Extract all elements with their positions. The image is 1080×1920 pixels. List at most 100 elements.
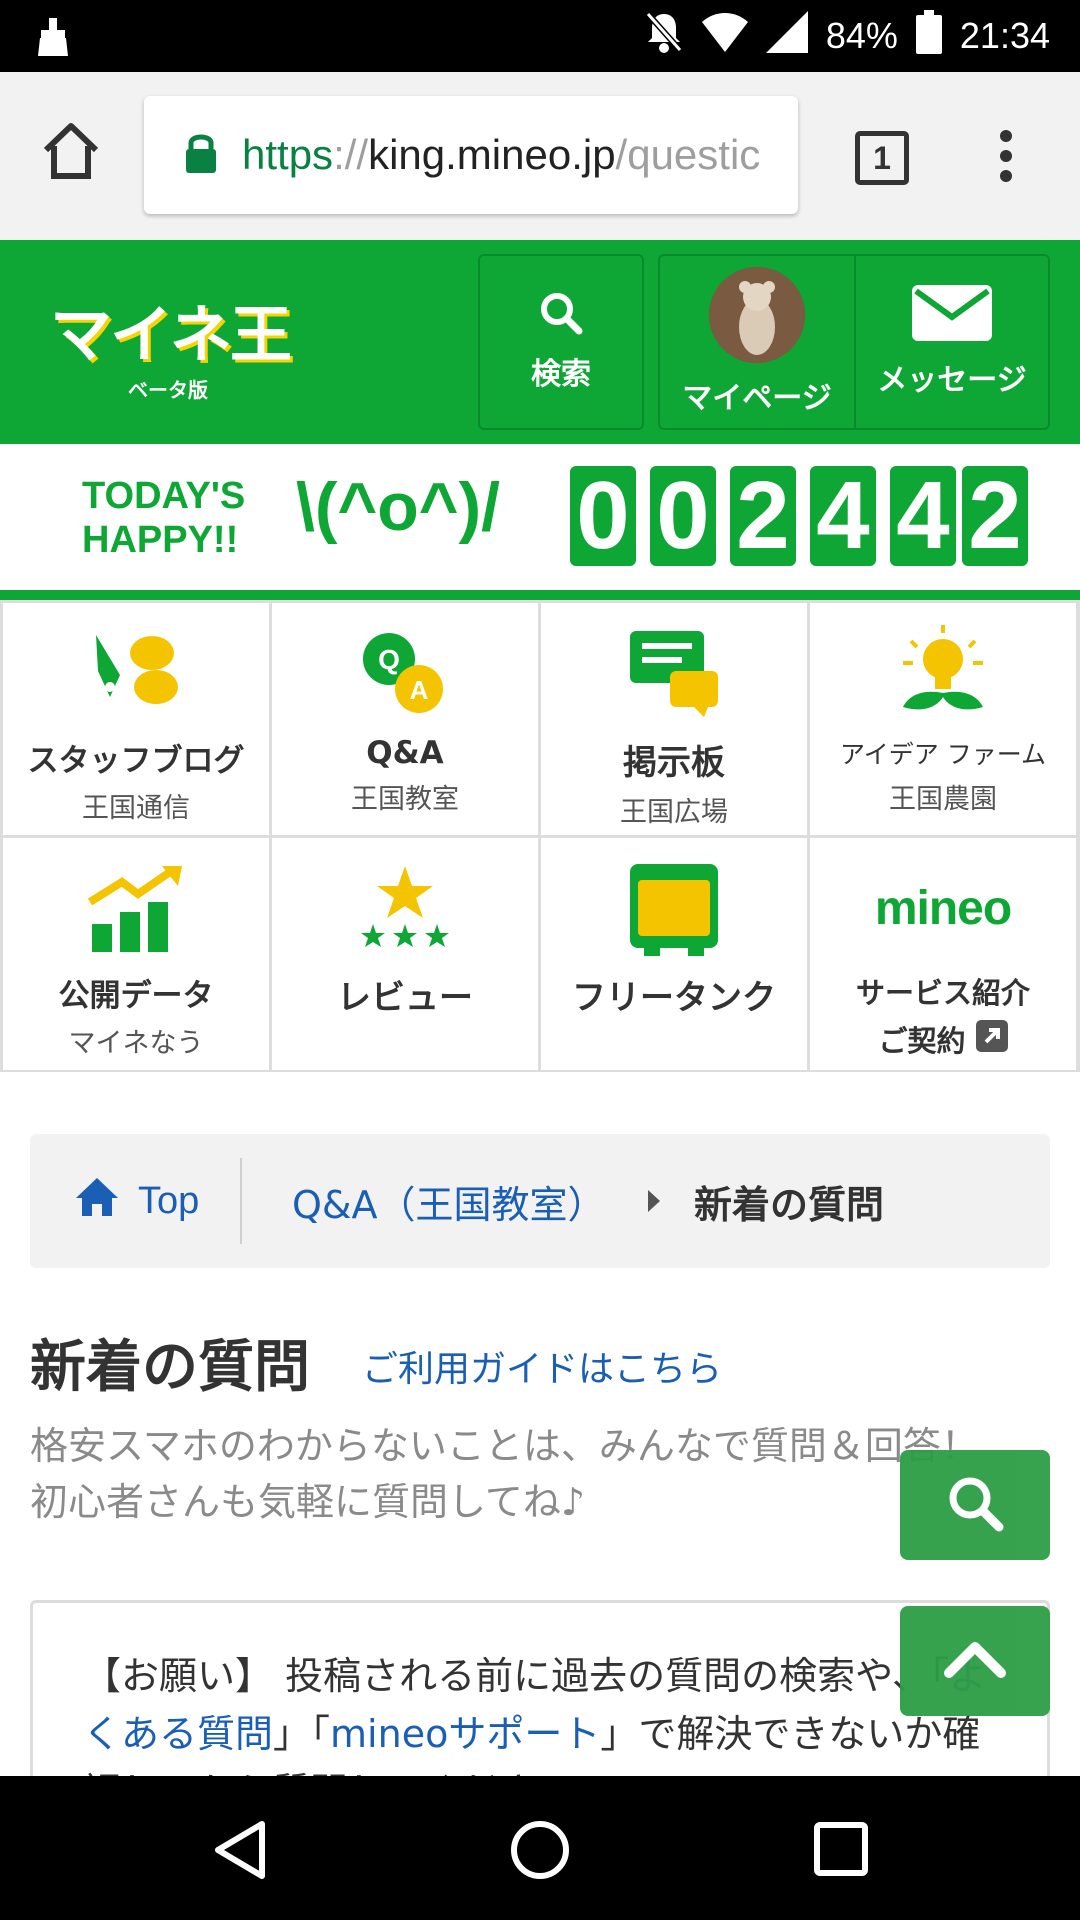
page-intro: 格安スマホのわからないことは、みんなで質問＆回答！ 初心者さんも気軽に質問してね… xyxy=(30,1424,1017,1524)
menu-review[interactable]: レビュー xyxy=(272,838,538,1070)
browser-toolbar: https://king.mineo.jp/questic 1 xyxy=(0,72,1080,240)
counter-digit: 0 xyxy=(650,462,716,569)
qa-bubbles-icon: QA xyxy=(355,617,455,729)
url-path: /questic xyxy=(615,131,761,178)
floating-search-button[interactable] xyxy=(900,1450,1050,1560)
stars-icon xyxy=(355,852,455,964)
more-options-icon[interactable] xyxy=(998,128,1014,188)
menu-subtitle: マイネなう xyxy=(68,1028,204,1059)
notice-part1: 【お願い】 投稿される前に過去の質問の検索や、「 xyxy=(83,1654,949,1698)
menu-title: 掲示板 xyxy=(623,743,725,783)
counter-digit: 0 xyxy=(570,462,636,569)
address-bar[interactable]: https://king.mineo.jp/questic xyxy=(144,96,798,214)
happy-title: TODAY'S HAPPY!! xyxy=(82,474,245,562)
menu-title: 公開データ xyxy=(58,978,214,1014)
pen-chat-icon xyxy=(86,617,186,729)
mypage-label: マイページ xyxy=(682,381,832,416)
logo-subtitle: ベータ版 xyxy=(128,378,208,402)
scroll-to-top-button[interactable] xyxy=(900,1606,1050,1716)
chevron-up-icon xyxy=(943,1639,1007,1683)
menu-board[interactable]: 掲示板 王国広場 xyxy=(541,603,807,835)
menu-grid: スタッフブログ 王国通信 QA Q&A 王国教室 掲示板 王国広場 アイデア フ… xyxy=(0,600,1080,1072)
url-scheme: https xyxy=(242,131,334,178)
search-icon xyxy=(539,291,583,339)
counter-digit: 4 xyxy=(810,462,876,569)
menu-idea-farm[interactable]: アイデア ファーム 王国農園 xyxy=(810,603,1076,835)
clock: 21:34 xyxy=(959,15,1050,56)
cleaner-icon xyxy=(36,18,70,60)
happy-line1: TODAY'S xyxy=(82,475,246,517)
site-header: マイネ王 ベータ版 検索 マイページ メッセージ xyxy=(0,240,1080,444)
counter-digit: 2 xyxy=(962,462,1028,569)
mineo-support-link[interactable]: mineoサポート xyxy=(330,1712,600,1756)
breadcrumb: Top Q&A（王国教室） 新着の質問 xyxy=(30,1134,1050,1268)
menu-service-intro[interactable]: mineo サービス紹介 ご契約 xyxy=(810,838,1076,1070)
menu-free-tank[interactable]: フリータンク xyxy=(541,838,807,1070)
menu-qa[interactable]: QA Q&A 王国教室 xyxy=(272,603,538,835)
search-button[interactable]: 検索 xyxy=(478,254,644,430)
url-text: https://king.mineo.jp/questic xyxy=(242,131,760,179)
mypage-button[interactable]: マイページ xyxy=(658,254,854,430)
menu-staff-blog[interactable]: スタッフブログ 王国通信 xyxy=(3,603,269,835)
logo-text: マイネ王 xyxy=(50,298,292,371)
menu-subtitle: 王国教室 xyxy=(351,784,459,815)
battery-percent: 84% xyxy=(825,15,898,56)
menu-title: Q&A xyxy=(366,735,444,771)
site-logo[interactable]: マイネ王 ベータ版 xyxy=(50,284,292,404)
avatar xyxy=(709,267,805,363)
menu-subtitle: 王国農園 xyxy=(889,784,997,815)
external-link-icon xyxy=(975,1019,1008,1059)
board-bubbles-icon xyxy=(624,617,724,729)
menu-subtitle: ご契約 xyxy=(878,1024,966,1058)
happy-line2: HAPPY!! xyxy=(82,519,239,561)
home-icon xyxy=(74,1176,120,1227)
notifications-off-icon xyxy=(644,10,684,63)
counter-digit: 2 xyxy=(730,462,796,569)
lock-icon xyxy=(184,131,218,179)
url-separator: :// xyxy=(333,131,369,178)
menu-title: フリータンク xyxy=(572,978,776,1018)
menu-title: レビュー xyxy=(337,978,473,1018)
menu-title: スタッフブログ xyxy=(27,743,245,779)
menu-subtitle: 王国通信 xyxy=(82,793,190,824)
search-icon xyxy=(945,1473,1005,1537)
menu-subtitle: 王国広場 xyxy=(620,797,728,828)
recents-icon[interactable] xyxy=(814,1822,868,1880)
menu-title: アイデア ファーム xyxy=(840,740,1046,769)
notice-part2: 」「 xyxy=(273,1712,331,1756)
breadcrumb-home[interactable]: Top xyxy=(74,1134,199,1268)
svg-text:A: A xyxy=(410,675,429,705)
counter-digit: 4 xyxy=(890,462,956,569)
home-circle-icon[interactable] xyxy=(510,1820,570,1884)
mineo-logo-text: mineo xyxy=(874,881,1012,935)
message-label: メッセージ xyxy=(877,363,1027,398)
url-host: king.mineo.jp xyxy=(368,131,616,178)
mineo-logo: mineo xyxy=(874,852,1012,964)
breadcrumb-current: 新着の質問 xyxy=(694,1182,885,1227)
breadcrumb-section[interactable]: Q&A（王国教室） xyxy=(292,1134,606,1268)
lightbulb-sprout-icon xyxy=(893,617,993,729)
svg-text:Q: Q xyxy=(378,644,400,675)
happy-emoticon: \(^o^)/ xyxy=(296,469,501,545)
breadcrumb-home-label: Top xyxy=(138,1179,200,1222)
menu-title: サービス紹介 xyxy=(855,976,1030,1010)
breadcrumb-divider xyxy=(240,1158,242,1244)
menu-subtitle-row: ご契約 xyxy=(878,1018,1008,1060)
bar-chart-icon xyxy=(86,852,186,964)
tab-switcher-button[interactable]: 1 xyxy=(855,131,909,185)
battery-icon xyxy=(915,9,942,63)
back-icon[interactable] xyxy=(212,1820,268,1884)
usage-guide-link[interactable]: ご利用ガイドはこちら xyxy=(362,1340,722,1392)
menu-public-data[interactable]: 公開データ マイネなう xyxy=(3,838,269,1070)
page-title: 新着の質問 xyxy=(30,1335,310,1400)
home-icon[interactable] xyxy=(40,120,102,186)
system-nav-bar xyxy=(0,1776,1080,1920)
happy-counter-banner[interactable]: TODAY'S HAPPY!! \(^o^)/ 0 0 2 4 4 2 xyxy=(0,444,1080,600)
status-bar: 84% 21:34 xyxy=(0,0,1080,72)
chevron-right-icon xyxy=(646,1188,662,1218)
message-button[interactable]: メッセージ xyxy=(854,254,1050,430)
mail-icon xyxy=(912,285,992,345)
signal-icon xyxy=(765,10,808,62)
search-label: 検索 xyxy=(531,357,591,392)
wifi-icon xyxy=(701,12,748,61)
